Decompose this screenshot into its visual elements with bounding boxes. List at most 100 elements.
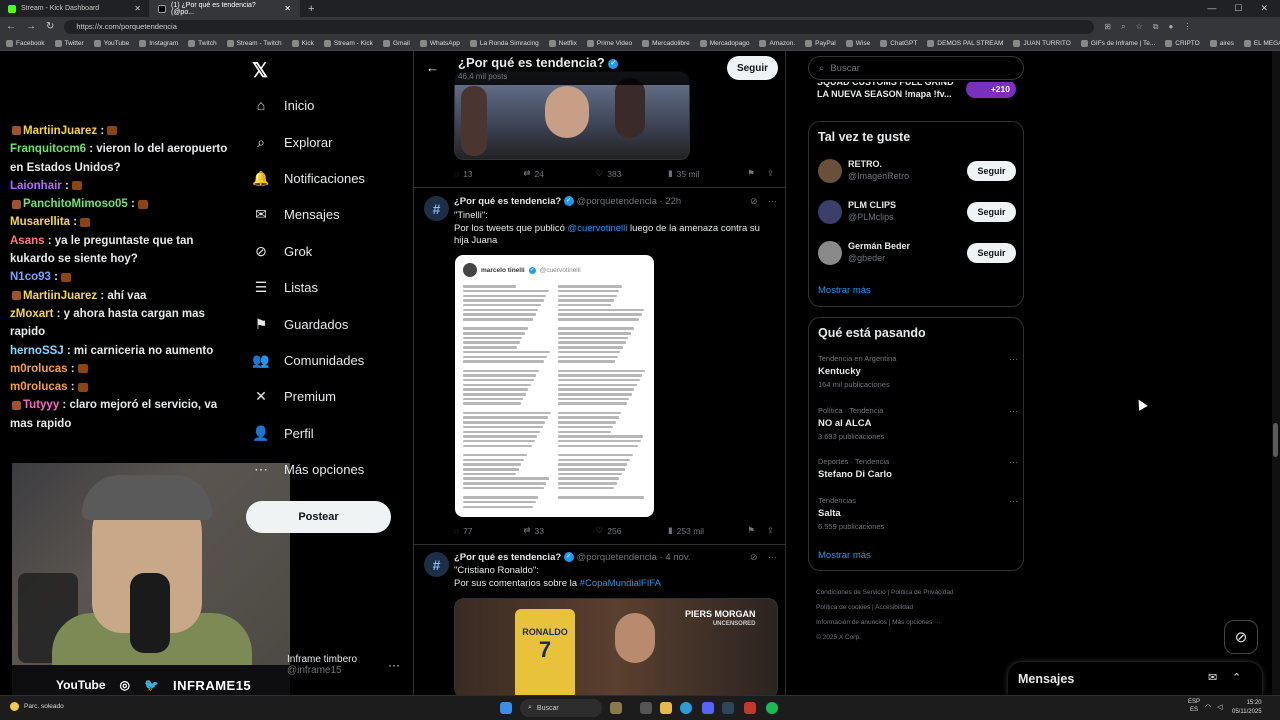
spotify-icon[interactable] <box>766 702 778 714</box>
account-switcher[interactable]: Inframe timbero @inframe15 <box>287 654 357 676</box>
url-bar[interactable]: https://x.com/porquetendencia <box>64 19 1095 34</box>
zoom-icon[interactable]: ⌕ <box>1121 22 1125 32</box>
footer-link[interactable]: Política de Privacidad <box>891 589 954 596</box>
nav-item-comunidades[interactable]: 👥 Comunidades <box>252 352 364 369</box>
bookmark-item[interactable]: Twitch <box>188 39 217 47</box>
tweet-author-name[interactable]: ¿Por qué es tendencia? <box>454 196 561 207</box>
messages-drawer[interactable]: Mensajes ✉ ⌃ <box>1008 662 1262 695</box>
tweet-more-icon[interactable]: ··· <box>768 552 777 562</box>
footer-link[interactable]: Información de anuncios <box>816 619 887 626</box>
chat-username[interactable]: MartiinJuarez <box>23 290 97 302</box>
expand-drawer-icon[interactable]: ⌃ <box>1232 671 1241 684</box>
bookmark-icon[interactable]: ⚑ <box>747 525 755 536</box>
views-button[interactable]: ▮ 253 mil <box>668 525 743 536</box>
chat-username[interactable]: m0rolucas <box>10 363 68 375</box>
nav-item-inicio[interactable]: ⌂ Inicio <box>252 97 315 113</box>
tweet-time[interactable]: · 4 nov. <box>660 552 691 563</box>
tweet-video-ronaldo[interactable]: RONALDO 7 PIERS MORGAN UNCENSORED <box>454 598 778 695</box>
search-input[interactable]: ⌕ Buscar <box>808 56 1024 80</box>
nav-item-grok[interactable]: ⊘ Grok <box>252 243 312 260</box>
bookmark-item[interactable]: Wise <box>845 39 870 47</box>
suggestion-name[interactable]: PLM CLIPS <box>848 200 896 210</box>
nav-item-perfil[interactable]: 👤 Perfil <box>252 425 313 442</box>
suggestion-avatar[interactable] <box>818 241 842 265</box>
nav-item-notificaciones[interactable]: 🔔 Notificaciones <box>252 170 365 187</box>
close-window-icon[interactable]: ✕ <box>1260 3 1268 14</box>
share-icon[interactable]: ⇪ <box>767 168 774 179</box>
suggestion-name[interactable]: RETRO. <box>848 159 882 169</box>
volume-icon[interactable]: ◁ <box>1217 703 1222 711</box>
follow-button[interactable]: Seguir <box>967 243 1016 263</box>
forward-icon[interactable]: → <box>26 21 36 32</box>
footer-link[interactable]: Condiciones de Servicio <box>816 589 886 596</box>
show-more-link[interactable]: Mostrar más <box>818 550 871 561</box>
tweet-author-name[interactable]: ¿Por qué es tendencia? <box>454 552 561 563</box>
follow-button[interactable]: Seguir <box>967 202 1016 222</box>
bookmark-item[interactable]: Mercadopago <box>699 39 749 47</box>
hashtag-link[interactable]: #CopaMundialFIFA <box>580 578 661 589</box>
footer-link[interactable]: Más opciones ··· <box>892 619 940 626</box>
live-space-card[interactable]: SQUAD CUSTOMS FULL GRIND LA NUEVA SEASON… <box>808 82 1024 112</box>
grok-floating-icon[interactable]: ⊘ <box>1224 620 1258 654</box>
account-more-icon[interactable]: ··· <box>388 658 400 672</box>
bookmark-item[interactable]: YouTube <box>93 39 129 47</box>
repost-button[interactable]: ⇄ 24 <box>523 168 595 179</box>
star-icon[interactable]: ☆ <box>1136 22 1143 32</box>
bookmark-item[interactable]: Twitter <box>54 39 84 47</box>
obs-app-icon[interactable] <box>744 702 756 714</box>
bookmark-item[interactable]: La Ronda Simracing <box>469 39 539 47</box>
like-button[interactable]: ♡ 383 <box>596 168 668 179</box>
suggestion-row[interactable]: Germán Beder @gbeder Seguir <box>818 241 1018 269</box>
chat-username[interactable]: Franquitocm6 <box>10 143 86 155</box>
follow-button[interactable]: Seguir <box>967 161 1016 181</box>
x-logo-icon[interactable]: 𝕏 <box>252 58 268 83</box>
chat-username[interactable]: m0rolucas <box>10 381 68 393</box>
chat-username[interactable]: PanchitoMimoso05 <box>23 198 128 210</box>
wifi-icon[interactable]: ◠ <box>1205 703 1211 711</box>
bookmark-item[interactable]: WhatsApp <box>419 39 460 47</box>
new-tab-button[interactable]: + <box>300 3 322 15</box>
tweet-time[interactable]: · 22h <box>660 196 682 207</box>
repost-button[interactable]: ⇄ 33 <box>523 525 595 536</box>
bookmark-item[interactable]: Netflix <box>548 39 577 47</box>
bookmark-item[interactable]: Instagram <box>139 39 178 47</box>
page-scrollbar[interactable] <box>1272 51 1280 695</box>
post-button[interactable]: Postear <box>246 501 391 533</box>
chat-username[interactable]: hernoSSJ <box>10 345 64 357</box>
views-button[interactable]: ▮ 35 mil <box>668 168 743 179</box>
suggestion-name[interactable]: Germán Beder <box>848 241 910 251</box>
start-menu-icon[interactable] <box>500 702 512 714</box>
bookmark-item[interactable]: ChatGPT <box>880 39 917 47</box>
trend-more-icon[interactable]: ··· <box>1009 496 1018 506</box>
show-more-link[interactable]: Mostrar más <box>818 285 871 296</box>
menu-icon[interactable]: ⋮ <box>1183 22 1191 32</box>
trend-item[interactable]: Tendencias Salta 6.559 publicaciones ··· <box>818 496 1018 531</box>
tweet-image-tinelli-screenshot[interactable]: marcelo tinelli ✓ @cuervotinelli <box>455 255 654 517</box>
trend-item[interactable]: Deportes · Tendencia Stefano Di Carlo ··· <box>818 457 1018 480</box>
edge-icon[interactable] <box>680 702 692 714</box>
discord-icon[interactable] <box>702 702 714 714</box>
bookmark-item[interactable]: Facebook <box>6 39 45 47</box>
trend-more-icon[interactable]: ··· <box>1009 354 1018 364</box>
profile-avatar-icon[interactable]: ● <box>1168 22 1173 32</box>
footer-link[interactable]: Política de cookies <box>816 604 870 611</box>
bookmark-item[interactable]: Kick <box>291 39 314 47</box>
back-icon[interactable]: ← <box>6 21 16 32</box>
file-explorer-icon[interactable] <box>660 702 672 714</box>
extensions-icon[interactable]: ⧉ <box>1153 22 1159 32</box>
chat-username[interactable]: Musarellita <box>10 216 70 228</box>
trend-item[interactable]: Tendencia en Argentina Kentucky 164 mil pu… <box>818 354 1018 389</box>
bookmark-item[interactable]: DEMOS PAL STREAM <box>927 39 1003 47</box>
chat-username[interactable]: Asans <box>10 235 45 247</box>
chat-username[interactable]: Laionhair <box>10 180 62 192</box>
follow-button[interactable]: Seguir <box>727 56 778 80</box>
minimize-icon[interactable]: — <box>1207 3 1216 14</box>
bookmark-item[interactable]: Stream - Kick <box>323 39 373 47</box>
bookmark-item[interactable]: JUAN TURRITO <box>1013 39 1071 47</box>
bookmark-item[interactable]: Mercadolibre <box>642 39 690 47</box>
share-icon[interactable]: ⇪ <box>767 525 774 536</box>
chat-username[interactable]: N1co93 <box>10 271 51 283</box>
language-indicator[interactable]: ESP ES <box>1188 698 1200 714</box>
nav-item-m-s-opciones[interactable]: ⋯ Más opciones <box>252 461 364 478</box>
tweet-author-avatar[interactable]: # <box>424 552 449 577</box>
